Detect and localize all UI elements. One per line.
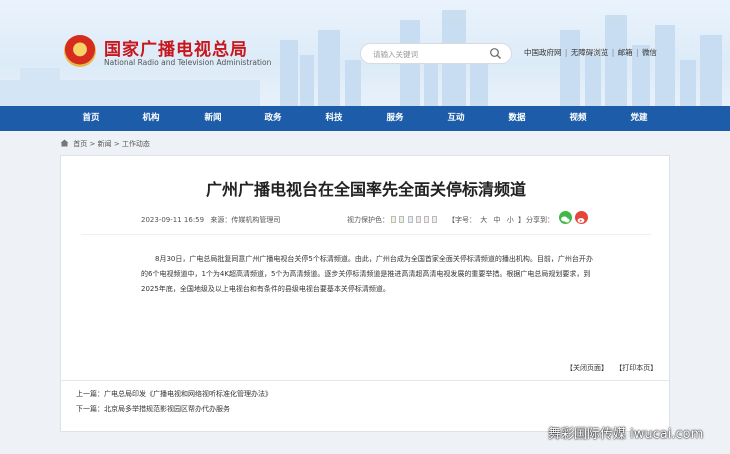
prev-article: 上一篇：广电总局印发《广播电视和网络视听标准化管理办法》 — [76, 389, 272, 399]
national-emblem-logo[interactable] — [64, 35, 96, 67]
nav-item-government-affairs[interactable]: 政务 — [248, 106, 298, 131]
vision-protection-label: 视力保护色： — [347, 216, 389, 224]
top-link-separator: | — [564, 48, 568, 57]
next-article-label: 下一篇： — [76, 405, 104, 413]
wechat-share-icon[interactable] — [559, 211, 572, 224]
nav-item-services[interactable]: 服务 — [370, 106, 420, 131]
site-title-cn[interactable]: 国家广播电视总局 — [104, 35, 248, 60]
search-input[interactable] — [373, 47, 483, 61]
vision-color-swatch[interactable] — [407, 216, 413, 223]
nav-item-video[interactable]: 视频 — [553, 106, 603, 131]
article-card: 广州广播电视台在全国率先全面关停标清频道 2023-09-11 16:59 来源… — [60, 155, 670, 432]
font-size-label: 【字号： — [448, 216, 476, 224]
top-link-separator: | — [611, 48, 615, 57]
vision-color-swatch[interactable] — [424, 216, 430, 223]
nav-item-home[interactable]: 首页 — [66, 106, 116, 131]
nav-item-news[interactable]: 新闻 — [188, 106, 238, 131]
article-actions: 【关闭页面】 【打印本页】 — [561, 363, 657, 373]
font-size-small[interactable]: 小 — [507, 216, 514, 224]
weibo-share-icon[interactable] — [575, 211, 588, 224]
top-link-separator: | — [636, 48, 639, 57]
print-page-button[interactable]: 【打印本页】 — [615, 364, 657, 372]
home-icon — [60, 139, 69, 147]
breadcrumb-work-news[interactable]: 工作动态 — [122, 140, 150, 148]
font-size-end: 】 — [517, 216, 525, 224]
article-title: 广州广播电视台在全国率先全面关停标清频道 — [205, 180, 526, 199]
vision-color-swatch[interactable] — [399, 216, 405, 223]
article-meta: 2023-09-11 16:59 来源：传媒机构管理司 — [141, 215, 284, 225]
article-date: 2023-09-11 16:59 — [141, 216, 205, 224]
footer-divider — [61, 380, 669, 381]
main-nav: 首页 机构 新闻 政务 科技 服务 互动 数据 视频 党建 — [0, 106, 730, 131]
top-links: 中国政府网 | 无障碍浏览 | 邮箱 | 微信 — [524, 47, 657, 58]
font-size-control: 【字号： 大 中 小 】 — [448, 215, 525, 225]
watermark-text: 舞彩国际传媒 iwucai.com — [548, 427, 704, 442]
article-source: 来源：传媒机构管理司 — [210, 216, 281, 224]
nav-item-data[interactable]: 数据 — [492, 106, 542, 131]
breadcrumb-home[interactable]: 首页 — [73, 140, 87, 148]
next-article: 下一篇：北京局多举措规范影视园区帮办代办服务 — [76, 404, 230, 414]
link-gov-cn[interactable]: 中国政府网 — [524, 48, 562, 57]
prev-article-link[interactable]: 广电总局印发《广播电视和网络视听标准化管理办法》 — [104, 390, 272, 398]
vision-color-swatch[interactable] — [415, 216, 421, 223]
nav-item-party-building[interactable]: 党建 — [614, 106, 664, 131]
vision-protection: 视力保护色： — [347, 215, 438, 225]
breadcrumb: 首页 > 新闻 > 工作动态 — [60, 139, 150, 149]
nav-item-interaction[interactable]: 互动 — [431, 106, 481, 131]
vision-color-swatch[interactable] — [432, 216, 438, 223]
search-box — [360, 43, 512, 64]
meta-divider — [81, 234, 651, 235]
font-size-medium[interactable]: 中 — [493, 216, 500, 224]
link-wechat[interactable]: 微信 — [642, 48, 657, 57]
breadcrumb-news[interactable]: 新闻 — [98, 140, 112, 148]
close-page-button[interactable]: 【关闭页面】 — [566, 364, 608, 372]
article-body: 8月30日，广电总局批复同意广州广播电视台关停5个标清频道。由此，广州台成为全国… — [141, 255, 593, 293]
nav-item-institutions[interactable]: 机构 — [126, 106, 176, 131]
prev-article-label: 上一篇： — [76, 390, 104, 398]
site-title-en: National Radio and Television Administra… — [104, 58, 272, 67]
site-header: 国家广播电视总局 National Radio and Television A… — [0, 0, 730, 106]
link-accessibility[interactable]: 无障碍浏览 — [571, 48, 609, 57]
next-article-link[interactable]: 北京局多举措规范影视园区帮办代办服务 — [104, 405, 230, 413]
font-size-large[interactable]: 大 — [480, 216, 487, 224]
breadcrumb-separator: > — [89, 140, 96, 148]
breadcrumb-separator: > — [113, 140, 120, 148]
share-label: 分享到： — [526, 216, 554, 224]
link-mailbox[interactable]: 邮箱 — [618, 48, 633, 57]
vision-color-swatch[interactable] — [391, 216, 397, 223]
search-icon[interactable] — [489, 47, 502, 60]
nav-item-technology[interactable]: 科技 — [309, 106, 359, 131]
